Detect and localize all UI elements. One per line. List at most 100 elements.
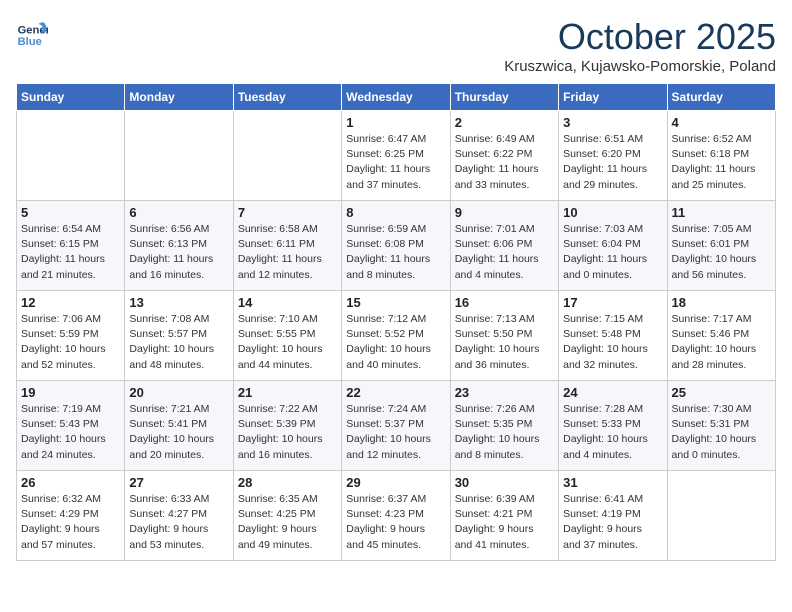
day-info: Sunrise: 7:28 AM Sunset: 5:33 PM Dayligh… <box>563 402 662 463</box>
calendar-subtitle: Kruszwica, Kujawsko-Pomorskie, Poland <box>504 58 776 75</box>
weekday-header-sunday: Sunday <box>17 84 125 111</box>
calendar-cell: 23 Sunrise: 7:26 AM Sunset: 5:35 PM Dayli… <box>450 381 558 471</box>
day-info: Sunrise: 7:15 AM Sunset: 5:48 PM Dayligh… <box>563 312 662 373</box>
day-info: Sunrise: 7:12 AM Sunset: 5:52 PM Dayligh… <box>346 312 445 373</box>
day-number: 16 <box>455 295 554 310</box>
calendar-cell: 18Sunrise: 7:17 AM Sunset: 5:46 PM Dayli… <box>667 291 775 381</box>
day-info: Sunrise: 6:41 AM Sunset: 4:19 PM Dayligh… <box>563 492 662 553</box>
calendar-cell <box>233 111 341 201</box>
day-info: Sunrise: 7:21 AM Sunset: 5:41 PM Dayligh… <box>129 402 228 463</box>
day-number: 27 <box>129 475 228 490</box>
day-number: 24 <box>563 385 662 400</box>
calendar-cell: 10 Sunrise: 7:03 AM Sunset: 6:04 PM Dayli… <box>559 201 667 291</box>
calendar-cell: 22 Sunrise: 7:24 AM Sunset: 5:37 PM Dayli… <box>342 381 450 471</box>
day-number: 25 <box>672 385 771 400</box>
day-info: Sunrise: 7:03 AM Sunset: 6:04 PM Dayligh… <box>563 222 662 283</box>
day-info: Sunrise: 6:39 AM Sunset: 4:21 PM Dayligh… <box>455 492 554 553</box>
day-info: Sunrise: 6:35 AM Sunset: 4:25 PM Dayligh… <box>238 492 337 553</box>
day-info: Sunrise: 7:01 AM Sunset: 6:06 PM Dayligh… <box>455 222 554 283</box>
day-number: 22 <box>346 385 445 400</box>
weekday-header-saturday: Saturday <box>667 84 775 111</box>
calendar-week-3: 12Sunrise: 7:06 AM Sunset: 5:59 PM Dayli… <box>17 291 776 381</box>
title-block: October 2025 Kruszwica, Kujawsko-Pomorsk… <box>504 16 776 75</box>
calendar-cell: 30 Sunrise: 6:39 AM Sunset: 4:21 PM Dayli… <box>450 471 558 561</box>
logo-icon: General Blue <box>16 16 48 48</box>
calendar-cell <box>17 111 125 201</box>
calendar-cell: 24 Sunrise: 7:28 AM Sunset: 5:33 PM Dayli… <box>559 381 667 471</box>
day-info: Sunrise: 6:32 AM Sunset: 4:29 PM Dayligh… <box>21 492 120 553</box>
calendar-cell: 11 Sunrise: 7:05 AM Sunset: 6:01 PM Dayli… <box>667 201 775 291</box>
day-info: Sunrise: 6:52 AM Sunset: 6:18 PM Dayligh… <box>672 132 771 193</box>
calendar-cell: 25 Sunrise: 7:30 AM Sunset: 5:31 PM Dayli… <box>667 381 775 471</box>
weekday-header-tuesday: Tuesday <box>233 84 341 111</box>
day-number: 8 <box>346 205 445 220</box>
day-info: Sunrise: 7:06 AM Sunset: 5:59 PM Dayligh… <box>21 312 120 373</box>
weekday-header-monday: Monday <box>125 84 233 111</box>
calendar-cell: 3 Sunrise: 6:51 AM Sunset: 6:20 PM Daylig… <box>559 111 667 201</box>
calendar-cell: 6Sunrise: 6:56 AM Sunset: 6:13 PM Daylig… <box>125 201 233 291</box>
calendar-week-5: 26 Sunrise: 6:32 AM Sunset: 4:29 PM Dayli… <box>17 471 776 561</box>
weekday-header-thursday: Thursday <box>450 84 558 111</box>
day-number: 7 <box>238 205 337 220</box>
day-number: 2 <box>455 115 554 130</box>
weekday-header-row: SundayMondayTuesdayWednesdayThursdayFrid… <box>17 84 776 111</box>
calendar-cell: 20 Sunrise: 7:21 AM Sunset: 5:41 PM Dayli… <box>125 381 233 471</box>
day-number: 17 <box>563 295 662 310</box>
weekday-header-wednesday: Wednesday <box>342 84 450 111</box>
day-number: 14 <box>238 295 337 310</box>
day-number: 1 <box>346 115 445 130</box>
calendar-cell: 4 Sunrise: 6:52 AM Sunset: 6:18 PM Daylig… <box>667 111 775 201</box>
calendar-cell: 28 Sunrise: 6:35 AM Sunset: 4:25 PM Dayli… <box>233 471 341 561</box>
calendar-cell: 9 Sunrise: 7:01 AM Sunset: 6:06 PM Daylig… <box>450 201 558 291</box>
weekday-header-friday: Friday <box>559 84 667 111</box>
day-info: Sunrise: 7:17 AM Sunset: 5:46 PM Dayligh… <box>672 312 771 373</box>
calendar-week-4: 19 Sunrise: 7:19 AM Sunset: 5:43 PM Dayli… <box>17 381 776 471</box>
day-info: Sunrise: 6:33 AM Sunset: 4:27 PM Dayligh… <box>129 492 228 553</box>
day-info: Sunrise: 7:05 AM Sunset: 6:01 PM Dayligh… <box>672 222 771 283</box>
day-info: Sunrise: 7:30 AM Sunset: 5:31 PM Dayligh… <box>672 402 771 463</box>
day-info: Sunrise: 6:51 AM Sunset: 6:20 PM Dayligh… <box>563 132 662 193</box>
day-number: 11 <box>672 205 771 220</box>
calendar-cell <box>667 471 775 561</box>
svg-text:Blue: Blue <box>18 36 42 48</box>
day-number: 19 <box>21 385 120 400</box>
day-info: Sunrise: 6:58 AM Sunset: 6:11 PM Dayligh… <box>238 222 337 283</box>
day-number: 20 <box>129 385 228 400</box>
day-info: Sunrise: 6:47 AM Sunset: 6:25 PM Dayligh… <box>346 132 445 193</box>
calendar-cell: 15Sunrise: 7:12 AM Sunset: 5:52 PM Dayli… <box>342 291 450 381</box>
calendar-cell: 5Sunrise: 6:54 AM Sunset: 6:15 PM Daylig… <box>17 201 125 291</box>
calendar-cell: 12Sunrise: 7:06 AM Sunset: 5:59 PM Dayli… <box>17 291 125 381</box>
day-info: Sunrise: 6:59 AM Sunset: 6:08 PM Dayligh… <box>346 222 445 283</box>
day-number: 31 <box>563 475 662 490</box>
day-number: 26 <box>21 475 120 490</box>
day-number: 28 <box>238 475 337 490</box>
calendar-cell: 7 Sunrise: 6:58 AM Sunset: 6:11 PM Daylig… <box>233 201 341 291</box>
day-number: 10 <box>563 205 662 220</box>
day-info: Sunrise: 7:10 AM Sunset: 5:55 PM Dayligh… <box>238 312 337 373</box>
calendar-cell: 29Sunrise: 6:37 AM Sunset: 4:23 PM Dayli… <box>342 471 450 561</box>
calendar-week-1: 1 Sunrise: 6:47 AM Sunset: 6:25 PM Daylig… <box>17 111 776 201</box>
day-number: 13 <box>129 295 228 310</box>
day-number: 9 <box>455 205 554 220</box>
day-info: Sunrise: 7:13 AM Sunset: 5:50 PM Dayligh… <box>455 312 554 373</box>
day-info: Sunrise: 7:26 AM Sunset: 5:35 PM Dayligh… <box>455 402 554 463</box>
day-number: 23 <box>455 385 554 400</box>
day-info: Sunrise: 7:19 AM Sunset: 5:43 PM Dayligh… <box>21 402 120 463</box>
day-number: 30 <box>455 475 554 490</box>
calendar-cell: 17 Sunrise: 7:15 AM Sunset: 5:48 PM Dayli… <box>559 291 667 381</box>
day-info: Sunrise: 7:24 AM Sunset: 5:37 PM Dayligh… <box>346 402 445 463</box>
day-info: Sunrise: 6:49 AM Sunset: 6:22 PM Dayligh… <box>455 132 554 193</box>
calendar-cell: 1 Sunrise: 6:47 AM Sunset: 6:25 PM Daylig… <box>342 111 450 201</box>
day-number: 21 <box>238 385 337 400</box>
day-number: 6 <box>129 205 228 220</box>
day-info: Sunrise: 7:08 AM Sunset: 5:57 PM Dayligh… <box>129 312 228 373</box>
day-number: 3 <box>563 115 662 130</box>
day-number: 4 <box>672 115 771 130</box>
page-header: General Blue October 2025 Kruszwica, Kuj… <box>16 16 776 75</box>
calendar-cell: 19 Sunrise: 7:19 AM Sunset: 5:43 PM Dayli… <box>17 381 125 471</box>
logo: General Blue <box>16 16 48 48</box>
calendar-cell: 31 Sunrise: 6:41 AM Sunset: 4:19 PM Dayli… <box>559 471 667 561</box>
calendar-cell: 13 Sunrise: 7:08 AM Sunset: 5:57 PM Dayli… <box>125 291 233 381</box>
day-number: 5 <box>21 205 120 220</box>
calendar-title: October 2025 <box>504 16 776 58</box>
